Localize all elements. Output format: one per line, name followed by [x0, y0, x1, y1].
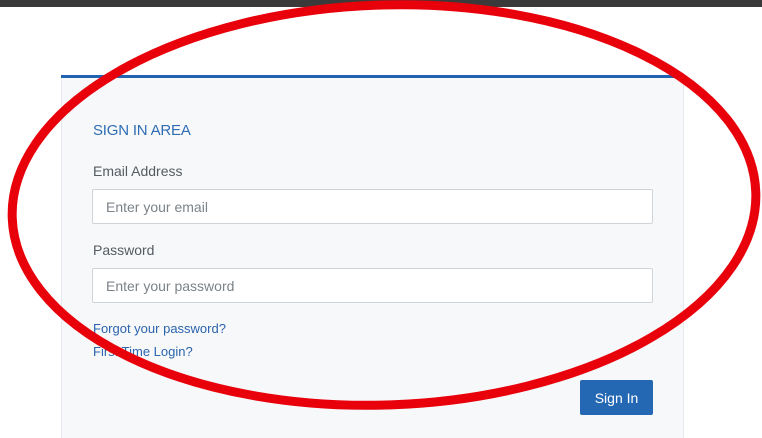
forgot-password-link[interactable]: Forgot your password? [93, 321, 226, 336]
sign-in-title: SIGN IN AREA [93, 122, 191, 139]
top-bar [0, 0, 762, 7]
first-time-login-link[interactable]: First Time Login? [93, 344, 193, 359]
password-label: Password [93, 242, 155, 258]
sign-in-button[interactable]: Sign In [580, 380, 653, 415]
email-field[interactable] [92, 189, 653, 224]
password-field[interactable] [92, 268, 653, 303]
email-label: Email Address [93, 163, 183, 179]
panel-accent-border [61, 75, 684, 78]
